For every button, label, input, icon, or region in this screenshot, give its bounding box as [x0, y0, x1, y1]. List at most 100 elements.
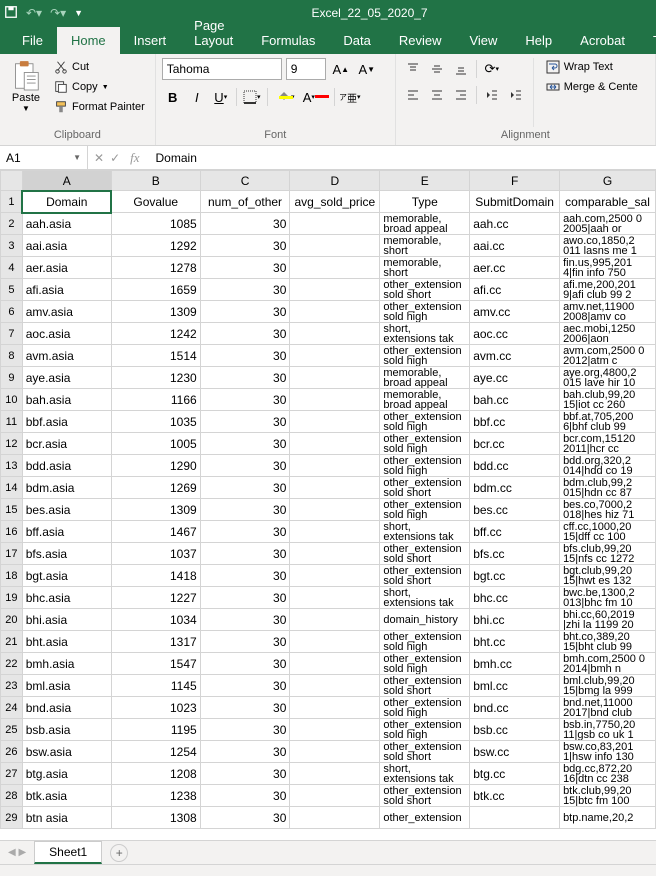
cell[interactable]	[290, 741, 380, 763]
cell[interactable]: bht.cc	[470, 631, 560, 653]
align-right-icon[interactable]	[450, 84, 472, 106]
cell[interactable]: bhc.cc	[470, 587, 560, 609]
cell[interactable]: bcr.asia	[22, 433, 111, 455]
cell[interactable]: 1418	[111, 565, 200, 587]
cell[interactable]: other_extension sold short	[380, 785, 470, 807]
cell[interactable]: other_extension sold high	[380, 719, 470, 741]
save-icon[interactable]	[4, 5, 18, 22]
cell[interactable]: memorable, broad appeal	[380, 367, 470, 389]
cell[interactable]: 30	[200, 301, 290, 323]
row-header[interactable]: 29	[1, 807, 23, 829]
cell[interactable]: 30	[200, 411, 290, 433]
cell[interactable]: bmh.com,2500 0 2014|bmh n	[560, 653, 656, 675]
cell[interactable]: aah.asia	[22, 213, 111, 235]
cell[interactable]: bmh.cc	[470, 653, 560, 675]
cell[interactable]: bnd.cc	[470, 697, 560, 719]
cell[interactable]: 1242	[111, 323, 200, 345]
cell[interactable]: bsw.co,83,201 1|hsw info 130	[560, 741, 656, 763]
cell[interactable]	[290, 521, 380, 543]
tab-help[interactable]: Help	[511, 27, 566, 54]
cell[interactable]: other_extension sold high	[380, 301, 470, 323]
sheet-grid[interactable]: ABCDEFG1DomainGovaluenum_of_otheravg_sol…	[0, 170, 656, 840]
cell[interactable]: 1309	[111, 499, 200, 521]
cell[interactable]: aye.org,4800,2 015 lave hir 10	[560, 367, 656, 389]
cell[interactable]	[290, 653, 380, 675]
cell[interactable]: 1292	[111, 235, 200, 257]
cell[interactable]: bml.asia	[22, 675, 111, 697]
tab-review[interactable]: Review	[385, 27, 456, 54]
cell[interactable]: btp.name,20,2	[560, 807, 656, 829]
cancel-icon[interactable]: ✕	[94, 151, 104, 165]
cell[interactable]: 1035	[111, 411, 200, 433]
row-header[interactable]: 7	[1, 323, 23, 345]
row-header[interactable]: 18	[1, 565, 23, 587]
cell[interactable]: other_extension sold high	[380, 455, 470, 477]
merge-center-button[interactable]: Merge & Cente	[542, 78, 642, 96]
cell[interactable]	[290, 411, 380, 433]
cell[interactable]: 1230	[111, 367, 200, 389]
cell[interactable]: 30	[200, 257, 290, 279]
cell[interactable]: bht.co,389,20 15|bht club 99	[560, 631, 656, 653]
cell[interactable]: 1547	[111, 653, 200, 675]
cell[interactable]: 30	[200, 741, 290, 763]
cell[interactable]	[290, 609, 380, 631]
cell[interactable]: 1227	[111, 587, 200, 609]
enter-icon[interactable]: ✓	[110, 151, 120, 165]
row-header[interactable]: 24	[1, 697, 23, 719]
cell[interactable]: 1037	[111, 543, 200, 565]
cell[interactable]	[290, 367, 380, 389]
cell[interactable]: amv.cc	[470, 301, 560, 323]
row-header[interactable]: 11	[1, 411, 23, 433]
cell[interactable]: 30	[200, 785, 290, 807]
cell[interactable]: 30	[200, 521, 290, 543]
tab-team[interactable]: Tea	[639, 27, 656, 54]
cell[interactable]: bah.cc	[470, 389, 560, 411]
cell[interactable]	[290, 389, 380, 411]
font-size-select[interactable]	[286, 58, 326, 80]
row-header[interactable]: 10	[1, 389, 23, 411]
row-header[interactable]: 19	[1, 587, 23, 609]
format-painter-button[interactable]: Format Painter	[50, 98, 149, 116]
cell[interactable]: 1085	[111, 213, 200, 235]
name-box-input[interactable]	[6, 151, 73, 165]
sheet-tab-active[interactable]: Sheet1	[34, 841, 102, 864]
row-header[interactable]: 25	[1, 719, 23, 741]
tab-acrobat[interactable]: Acrobat	[566, 27, 639, 54]
row-header[interactable]: 9	[1, 367, 23, 389]
tab-formulas[interactable]: Formulas	[247, 27, 329, 54]
align-center-icon[interactable]	[426, 84, 448, 106]
cell[interactable]: 30	[200, 763, 290, 785]
wrap-text-button[interactable]: Wrap Text	[542, 58, 642, 76]
select-all-corner[interactable]	[1, 171, 23, 191]
increase-indent-icon[interactable]	[505, 84, 527, 106]
cell[interactable]: amv.net,11900 2008|amv co	[560, 301, 656, 323]
qat-customize-icon[interactable]: ▼	[74, 8, 83, 18]
cell[interactable]: bfs.cc	[470, 543, 560, 565]
cell[interactable]: bfs.asia	[22, 543, 111, 565]
cell[interactable]: other_extension	[380, 807, 470, 829]
cell[interactable]: aer.cc	[470, 257, 560, 279]
cell[interactable]: 1659	[111, 279, 200, 301]
cell[interactable]	[290, 631, 380, 653]
cell[interactable]: aec.mobi,1250 2006|aon	[560, 323, 656, 345]
cell[interactable]: 30	[200, 719, 290, 741]
cell[interactable]	[290, 499, 380, 521]
cell[interactable]: btg.asia	[22, 763, 111, 785]
cell[interactable]: bnd.asia	[22, 697, 111, 719]
cell[interactable]: 30	[200, 367, 290, 389]
cell[interactable]: bdd.cc	[470, 455, 560, 477]
row-header[interactable]: 6	[1, 301, 23, 323]
cell[interactable]: bhc.asia	[22, 587, 111, 609]
add-sheet-button[interactable]: +	[110, 844, 128, 862]
cell[interactable]: avm.com,2500 0 2012|atm c	[560, 345, 656, 367]
cell[interactable]: 1254	[111, 741, 200, 763]
increase-font-icon[interactable]: A▲	[330, 58, 352, 80]
cell[interactable]: 30	[200, 653, 290, 675]
column-header-B[interactable]: B	[111, 171, 200, 191]
italic-button[interactable]: I	[186, 86, 208, 108]
cell[interactable]: 1290	[111, 455, 200, 477]
cell[interactable]: bsb.in,7750,20 11|gsb co uk 1	[560, 719, 656, 741]
cell[interactable]: avm.cc	[470, 345, 560, 367]
row-header[interactable]: 12	[1, 433, 23, 455]
row-header[interactable]: 17	[1, 543, 23, 565]
